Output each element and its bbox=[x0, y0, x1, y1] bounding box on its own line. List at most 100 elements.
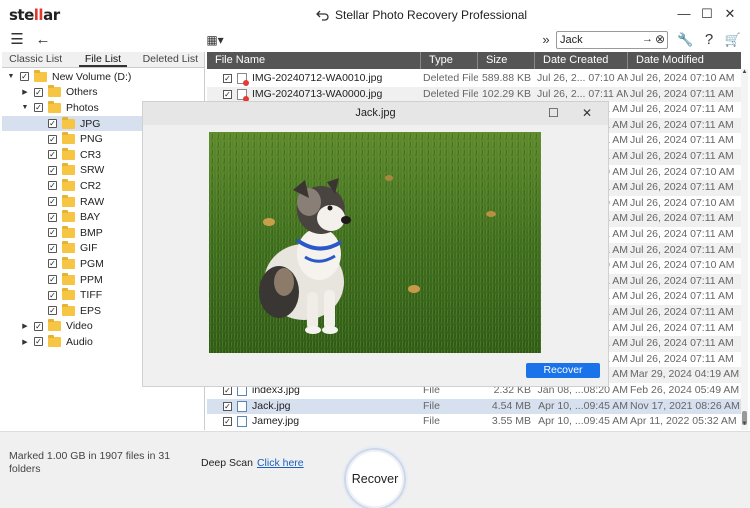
scroll-up-icon[interactable]: ▲ bbox=[741, 69, 748, 75]
column-date-modified[interactable]: Date Modified bbox=[628, 52, 741, 69]
row-checkbox[interactable]: ✓ bbox=[223, 89, 232, 99]
row-checkbox[interactable]: ✓ bbox=[223, 417, 232, 427]
tree-checkbox[interactable]: ✓ bbox=[20, 72, 29, 82]
cell-type: Deleted File bbox=[423, 87, 478, 100]
tree-checkbox[interactable]: ✓ bbox=[34, 321, 43, 331]
help-icon[interactable]: ? bbox=[702, 31, 716, 49]
cell-date-modified: Jul 26, 2024 07:11 AM bbox=[630, 228, 734, 240]
cell-date-modified: Jul 26, 2024 07:11 AM bbox=[630, 352, 734, 365]
view-mode-icon[interactable]: ▦▾ bbox=[205, 31, 225, 49]
deep-scan: Deep Scan Click here bbox=[201, 457, 304, 469]
column-size[interactable]: Size bbox=[478, 52, 535, 69]
deleted-file-icon bbox=[237, 73, 249, 86]
tree-checkbox[interactable]: ✓ bbox=[48, 165, 57, 175]
tree-checkbox[interactable]: ✓ bbox=[34, 103, 43, 113]
table-row[interactable]: ✓ IMG-20240713-WA0000.jpg Deleted File 102.… bbox=[207, 86, 741, 103]
undo-arrow-icon[interactable] bbox=[316, 10, 329, 21]
tree-item-label: CR2 bbox=[80, 179, 102, 192]
tree-checkbox[interactable]: ✓ bbox=[48, 275, 57, 285]
search-go-icon[interactable]: → bbox=[642, 33, 653, 45]
tree-item-label: JPG bbox=[80, 117, 101, 130]
scroll-down-icon[interactable]: ▼ bbox=[741, 421, 748, 427]
tree-checkbox[interactable]: ✓ bbox=[48, 228, 57, 238]
tree-checkbox[interactable]: ✓ bbox=[48, 181, 57, 191]
cell-type: File bbox=[423, 399, 440, 412]
tree-checkbox[interactable]: ✓ bbox=[48, 306, 57, 316]
tree-item-label: PNG bbox=[80, 133, 103, 146]
preview-recover-button[interactable]: Recover bbox=[526, 363, 600, 378]
tree-checkbox[interactable]: ✓ bbox=[48, 134, 57, 144]
close-button[interactable]: ✕ bbox=[722, 6, 738, 22]
folder-icon bbox=[62, 194, 75, 207]
cell-date-modified: Feb 26, 2024 05:49 AM bbox=[630, 384, 740, 396]
expand-arrow-icon[interactable]: ▶ bbox=[20, 338, 30, 346]
column-file-name[interactable]: File Name bbox=[207, 52, 421, 69]
cell-date-modified: Jul 26, 2024 07:10 AM bbox=[630, 165, 735, 178]
preview-close-button[interactable]: ✕ bbox=[582, 106, 592, 120]
search-box: → ⊗ bbox=[556, 31, 668, 49]
column-date-created[interactable]: Date Created bbox=[535, 52, 628, 69]
cell-date-modified: Jul 26, 2024 07:10 AM bbox=[630, 72, 735, 84]
folder-icon bbox=[62, 288, 75, 301]
tab-deleted-list[interactable]: Deleted List bbox=[137, 52, 204, 67]
tree-item[interactable]: ▶ ✓ Others bbox=[2, 85, 203, 101]
cell-size: 102.29 KB bbox=[481, 87, 531, 100]
back-arrow-icon[interactable]: ← bbox=[33, 31, 53, 49]
menu-icon[interactable]: ☰ bbox=[9, 31, 25, 49]
tab-file-list[interactable]: File List bbox=[69, 52, 136, 67]
collapse-arrow-icon[interactable]: ▼ bbox=[20, 104, 30, 111]
cell-size: 589.88 KB bbox=[481, 72, 531, 84]
deleted-file-icon bbox=[237, 88, 249, 102]
tree-item-label: EPS bbox=[80, 304, 102, 317]
cell-date-modified: Jul 26, 2024 07:11 AM bbox=[630, 150, 734, 162]
deep-scan-link[interactable]: Click here bbox=[257, 457, 304, 469]
tree-checkbox[interactable]: ✓ bbox=[48, 243, 57, 253]
tree-checkbox[interactable]: ✓ bbox=[48, 212, 57, 222]
tree-checkbox[interactable]: ✓ bbox=[48, 290, 57, 300]
expand-icon[interactable]: » bbox=[540, 31, 552, 49]
preview-title-bar: Jack.jpg ☐ ✕ bbox=[143, 102, 608, 125]
cell-date-modified: Jul 26, 2024 07:11 AM bbox=[630, 134, 734, 147]
table-row[interactable]: ✓ Jack.jpg File 4.54 MB Apr 10, ...09:45 AM N… bbox=[207, 398, 741, 415]
maximize-button[interactable]: ☐ bbox=[699, 6, 715, 22]
table-row[interactable]: ✓ Jamey.jpg File 3.55 MB Apr 10, ...09:45 AM… bbox=[207, 414, 741, 430]
expand-arrow-icon[interactable]: ▶ bbox=[20, 322, 30, 330]
vertical-scrollbar[interactable]: ▲ ▼ bbox=[741, 69, 748, 430]
tree-item[interactable]: ▼ ✓ New Volume (D:) bbox=[2, 69, 203, 85]
tree-checkbox[interactable]: ✓ bbox=[48, 197, 57, 207]
tools-icon[interactable]: 🔧 bbox=[677, 31, 693, 49]
cell-date-created: Apr 10, ...09:45 AM bbox=[538, 399, 628, 412]
clear-search-icon[interactable]: ⊗ bbox=[655, 32, 665, 46]
cell-date-modified: Jul 26, 2024 07:11 AM bbox=[630, 118, 734, 131]
cell-file-name: Jack.jpg bbox=[252, 399, 291, 412]
table-row[interactable]: ✓ IMG-20240712-WA0010.jpg Deleted File 589.… bbox=[207, 71, 741, 87]
cell-file-name: Jamey.jpg bbox=[252, 415, 300, 428]
tree-checkbox[interactable]: ✓ bbox=[48, 259, 57, 269]
expand-arrow-icon[interactable]: ▶ bbox=[20, 88, 30, 96]
folder-icon bbox=[62, 178, 75, 191]
tree-checkbox[interactable]: ✓ bbox=[34, 87, 43, 97]
minimize-button[interactable]: — bbox=[676, 6, 692, 22]
cell-date-modified: Jul 26, 2024 07:10 AM bbox=[630, 259, 735, 272]
tree-checkbox[interactable]: ✓ bbox=[34, 337, 43, 347]
row-checkbox[interactable]: ✓ bbox=[223, 386, 232, 395]
tree-item-label: BAY bbox=[80, 211, 101, 224]
row-checkbox[interactable]: ✓ bbox=[223, 401, 232, 411]
preview-dialog: Jack.jpg ☐ ✕ Recover bbox=[143, 102, 608, 386]
folder-icon bbox=[34, 69, 47, 82]
tree-checkbox[interactable]: ✓ bbox=[48, 119, 57, 129]
cell-date-modified: Jul 26, 2024 07:11 AM bbox=[630, 87, 734, 100]
folder-icon bbox=[62, 116, 75, 129]
collapse-arrow-icon[interactable]: ▼ bbox=[6, 73, 16, 80]
recover-button[interactable]: Recover bbox=[344, 448, 406, 508]
search-input[interactable] bbox=[560, 33, 638, 47]
tree-item-label: Others bbox=[66, 86, 98, 99]
row-checkbox[interactable]: ✓ bbox=[223, 74, 232, 83]
column-type[interactable]: Type bbox=[421, 52, 478, 69]
cart-icon[interactable]: 🛒 bbox=[724, 31, 742, 49]
tab-classic-list[interactable]: Classic List bbox=[2, 52, 69, 67]
image-file-icon bbox=[237, 416, 247, 428]
tree-checkbox[interactable]: ✓ bbox=[48, 150, 57, 160]
preview-maximize-button[interactable]: ☐ bbox=[548, 106, 559, 120]
cell-date-modified: Nov 17, 2021 08:26 AM bbox=[630, 399, 740, 412]
